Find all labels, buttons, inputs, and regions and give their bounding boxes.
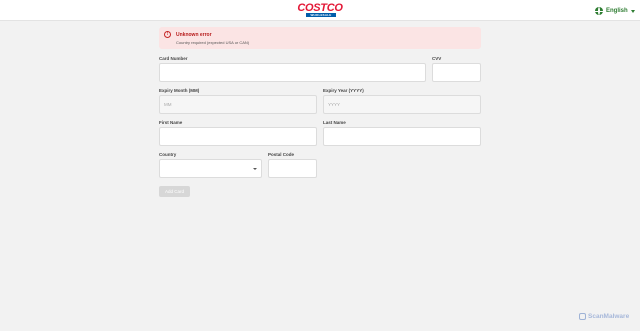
scanmalware-logo-icon — [579, 313, 586, 320]
error-icon: ! — [164, 31, 171, 38]
error-alert: ! Unknown error Country required (expect… — [159, 27, 481, 49]
costco-logo[interactable]: COSTCO WHOLESALE — [297, 3, 343, 18]
country-label: Country — [159, 152, 177, 157]
first-name-field[interactable] — [159, 127, 317, 146]
add-card-button[interactable]: Add Card — [159, 186, 190, 197]
postal-code-field[interactable] — [268, 159, 317, 178]
expiry-month-field[interactable]: MM — [159, 95, 317, 114]
logo-subtext: WHOLESALE — [306, 13, 336, 17]
chevron-down-icon — [630, 9, 635, 13]
language-selector[interactable]: English — [595, 6, 635, 16]
cvv-label: CVV — [432, 56, 442, 61]
chevron-down-icon — [253, 168, 257, 170]
alert-title: Unknown error — [176, 32, 212, 38]
cvv-field[interactable] — [432, 63, 481, 82]
card-number-label: Card Number — [159, 56, 188, 61]
alert-message: Country required (expected USA or CAN) — [176, 40, 250, 45]
expiry-month-label: Expiry Month (MM) — [159, 88, 200, 93]
globe-icon — [595, 7, 603, 15]
last-name-field[interactable] — [323, 127, 481, 146]
postal-code-label: Postal Code — [268, 152, 295, 157]
watermark: ScanMalware — [579, 313, 629, 320]
logo-wordmark: COSTCO — [297, 2, 343, 14]
header-bar: COSTCO WHOLESALE English — [0, 0, 640, 21]
first-name-label: First Name — [159, 120, 183, 125]
expiry-year-label: Expiry Year (YYYY) — [323, 88, 364, 93]
country-select[interactable] — [159, 159, 262, 178]
language-label: English — [606, 8, 628, 14]
card-number-field[interactable] — [159, 63, 426, 82]
last-name-label: Last Name — [323, 120, 346, 125]
watermark-text: ScanMalware — [588, 313, 630, 320]
expiry-year-field[interactable]: YYYY — [323, 95, 481, 114]
